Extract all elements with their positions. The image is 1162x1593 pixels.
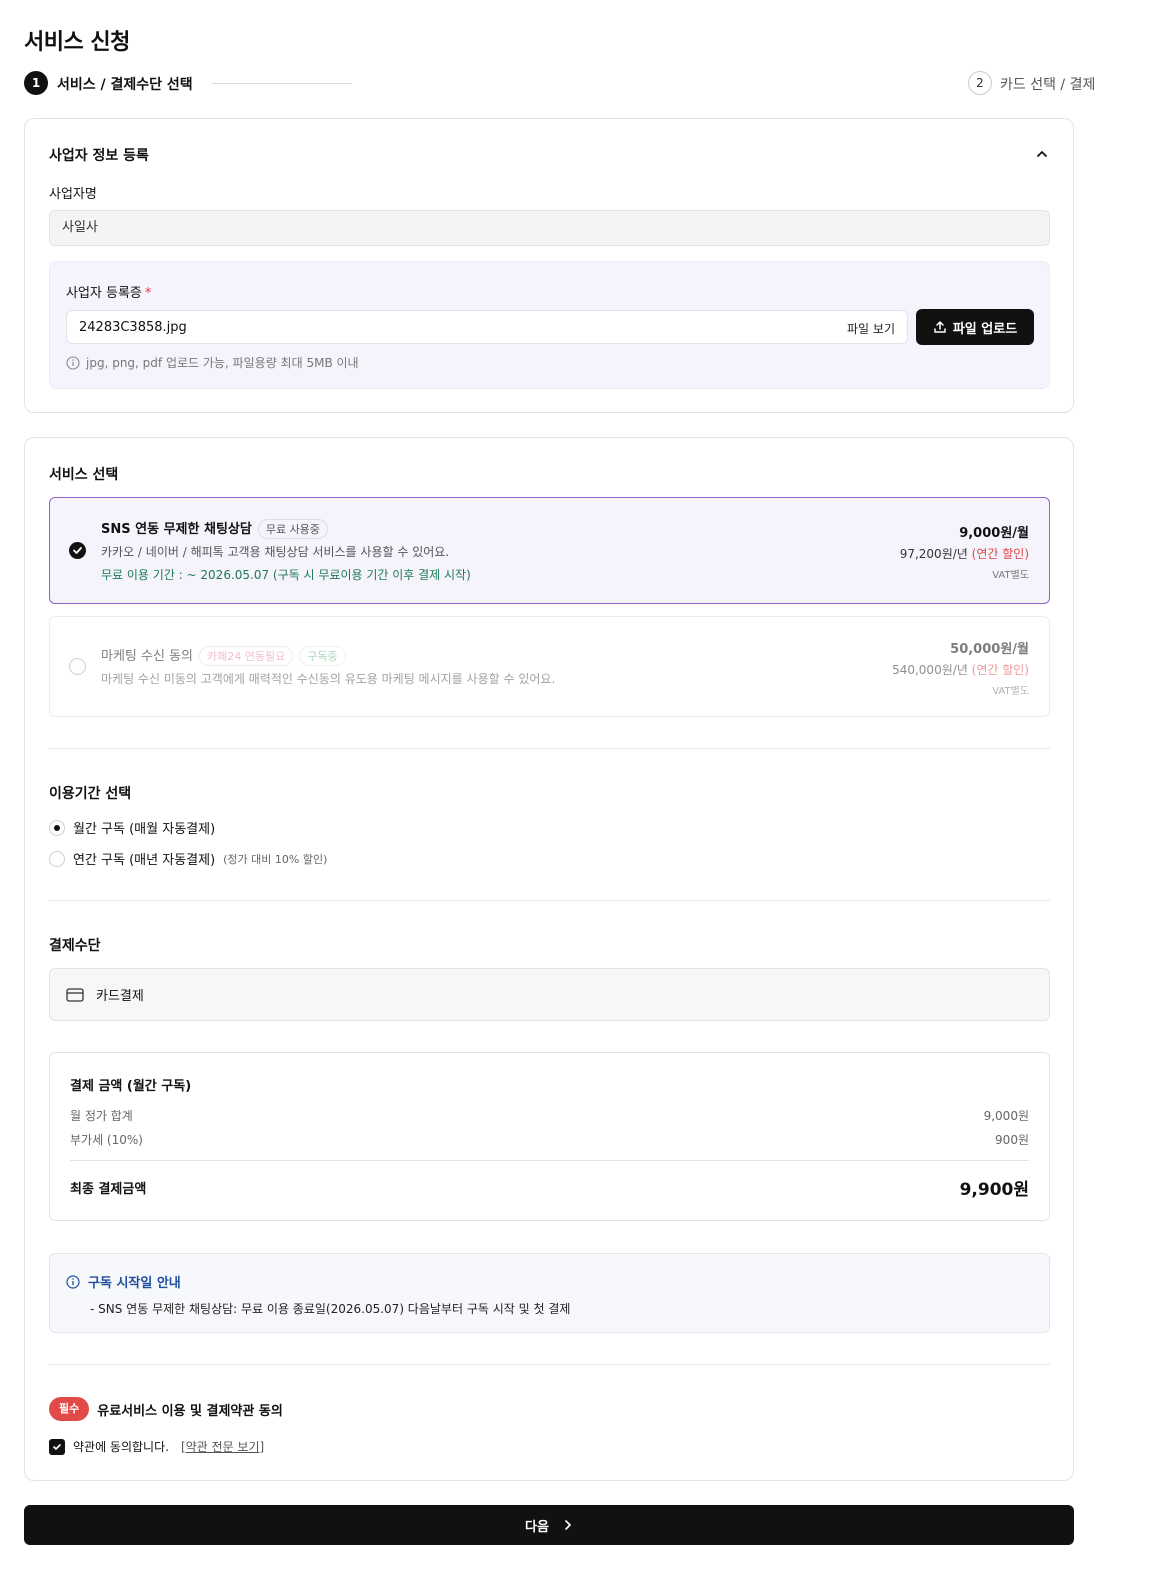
price-month: 50,000원/월 <box>950 642 1029 657</box>
terms-checkbox[interactable] <box>49 1438 65 1455</box>
step-1-label: 서비스 / 결제수단 선택 <box>57 77 193 93</box>
radio-unselected[interactable] <box>49 850 65 867</box>
service-price: 50,000원/월 540,000원/년 (연간 할인) VAT별도 <box>892 638 1029 697</box>
price-year: 540,000원/년 (연간 할인) <box>892 663 1029 677</box>
payment-summary: 결제 금액 (월간 구독) 월 정가 합계 9,000원 부가세 (10%) 900… <box>49 1052 1050 1221</box>
service-checkbox-checked[interactable] <box>69 542 86 559</box>
file-upload-button[interactable]: 파일 업로드 <box>916 309 1034 345</box>
subscription-notice: 구독 시작일 안내 - SNS 연동 무제한 채팅상담: 무료 이용 종료일(2… <box>49 1253 1050 1333</box>
summary-row: 월 정가 합계 9,000원 <box>70 1109 1029 1123</box>
period-option-yearly[interactable]: 연간 구독 (매년 자동결제) (정가 대비 10% 할인) <box>49 849 327 868</box>
step-2-label: 카드 선택 / 결제 <box>1000 77 1096 93</box>
registration-upload-box: 사업자 등록증 * 24283C3858.jpg 파일 보기 파일 업로드 jpg… <box>49 261 1050 389</box>
vat-note: VAT별도 <box>992 570 1029 581</box>
price-month: 9,000원/월 <box>959 526 1029 541</box>
file-upload-label: 파일 업로드 <box>952 321 1018 337</box>
check-icon <box>53 1443 61 1450</box>
summary-row: 부가세 (10%) 900원 <box>70 1133 1029 1147</box>
service-option-marketing[interactable]: 마케팅 수신 동의 카페24 연동필요 구독중 마케팅 수신 미동의 고객에게 매력… <box>49 616 1050 717</box>
service-checkbox-unchecked[interactable] <box>69 658 86 675</box>
file-view-link[interactable]: 파일 보기 <box>847 320 895 337</box>
step-1-number: 1 <box>24 71 48 95</box>
upload-hint: jpg, png, pdf 업로드 가능, 파일용량 최대 5MB 이내 <box>66 354 359 371</box>
discount-label: (연간 할인) <box>971 547 1029 561</box>
next-button[interactable]: 다음 <box>24 1505 1074 1545</box>
period-section-title: 이용기간 선택 <box>49 786 132 802</box>
divider <box>49 900 1050 901</box>
business-name-field: 사일사 <box>49 210 1050 246</box>
chevron-right-icon <box>565 1520 571 1530</box>
cafe24-required-badge: 카페24 연동필요 <box>199 646 294 666</box>
period-option-label: 연간 구독 (매년 자동결제) <box>73 853 216 868</box>
period-option-sub: (정가 대비 10% 할인) <box>223 852 328 866</box>
total-label: 최종 결제금액 <box>70 1182 147 1197</box>
vat-note: VAT별도 <box>992 686 1029 697</box>
service-description: 마케팅 수신 미동의 고객에게 매력적인 수신동의 유도용 마케팅 메시지를 사… <box>101 672 556 686</box>
free-period-text: 무료 이용 기간 : ~ 2026.05.07 (구독 시 무료이용 기간 이후… <box>101 568 471 582</box>
business-name-label: 사업자명 <box>49 187 97 202</box>
radio-selected[interactable] <box>49 819 65 836</box>
payment-method-label: 카드결제 <box>96 989 144 1004</box>
service-card: 서비스 선택 SNS 연동 무제한 채팅상담 무료 사용중 카카오 / 네이버 /… <box>24 437 1074 1481</box>
service-price: 9,000원/월 97,200원/년 (연간 할인) VAT별도 <box>900 522 1029 581</box>
notice-text: - SNS 연동 무제한 채팅상담: 무료 이용 종료일(2026.05.07)… <box>90 1302 571 1316</box>
chevron-up-icon[interactable] <box>1035 147 1049 161</box>
service-section-title: 서비스 선택 <box>49 467 119 483</box>
price-year: 97,200원/년 (연간 할인) <box>899 547 1029 561</box>
business-info-card: 사업자 정보 등록 사업자명 사일사 사업자 등록증 * 24283C3858.j… <box>24 118 1074 413</box>
service-name: SNS 연동 무제한 채팅상담 무료 사용중 <box>101 518 328 539</box>
notice-title: 구독 시작일 안내 <box>66 1272 181 1291</box>
stepper: 1 서비스 / 결제수단 선택 2 카드 선택 / 결제 <box>24 70 1100 96</box>
service-option-sns-chat[interactable]: SNS 연동 무제한 채팅상담 무료 사용중 카카오 / 네이버 / 해피톡 고객… <box>49 497 1050 604</box>
credit-card-icon <box>66 987 84 1002</box>
service-description: 카카오 / 네이버 / 해피톡 고객용 채팅상담 서비스를 사용할 수 있어요. <box>101 545 450 559</box>
page-title: 서비스 신청 <box>24 30 130 55</box>
file-name-field: 24283C3858.jpg 파일 보기 <box>66 310 908 344</box>
terms-agree-row[interactable]: 약관에 동의합니다. [약관 전문 보기] <box>49 1438 264 1455</box>
registration-label: 사업자 등록증 * <box>66 286 152 301</box>
summary-title: 결제 금액 (월간 구독) <box>70 1079 192 1094</box>
summary-divider <box>70 1160 1029 1161</box>
file-name: 24283C3858.jpg <box>79 320 187 335</box>
terms-full-link[interactable]: [약관 전문 보기] <box>181 1438 264 1455</box>
free-use-badge: 무료 사용중 <box>257 519 328 539</box>
terms-title: 필수 유료서비스 이용 및 결제약관 동의 <box>49 1397 283 1421</box>
next-button-label: 다음 <box>525 1519 549 1535</box>
check-icon <box>73 547 82 554</box>
required-badge: 필수 <box>49 1397 90 1421</box>
required-star: * <box>144 286 152 301</box>
subscribed-badge: 구독중 <box>299 646 346 666</box>
step-progress-line <box>212 83 352 84</box>
step-2-number: 2 <box>968 71 992 95</box>
terms-agree-label: 약관에 동의합니다. <box>73 1440 169 1454</box>
info-icon <box>66 355 80 370</box>
service-name: 마케팅 수신 동의 카페24 연동필요 구독중 <box>101 645 346 666</box>
upload-icon <box>934 321 946 333</box>
business-section-title: 사업자 정보 등록 <box>49 148 149 164</box>
period-option-monthly[interactable]: 월간 구독 (매월 자동결제) <box>49 818 215 837</box>
divider <box>49 748 1050 749</box>
upload-hint-text: jpg, png, pdf 업로드 가능, 파일용량 최대 5MB 이내 <box>86 356 359 370</box>
total-value: 9,900원 <box>959 1180 1029 1200</box>
payment-method-card[interactable]: 카드결제 <box>49 968 1050 1021</box>
summary-total: 최종 결제금액 9,900원 <box>70 1175 1029 1200</box>
discount-label: (연간 할인) <box>971 663 1029 677</box>
divider <box>49 1364 1050 1365</box>
period-option-label: 월간 구독 (매월 자동결제) <box>73 822 216 837</box>
payment-section-title: 결제수단 <box>49 938 101 954</box>
info-icon <box>66 1274 80 1289</box>
